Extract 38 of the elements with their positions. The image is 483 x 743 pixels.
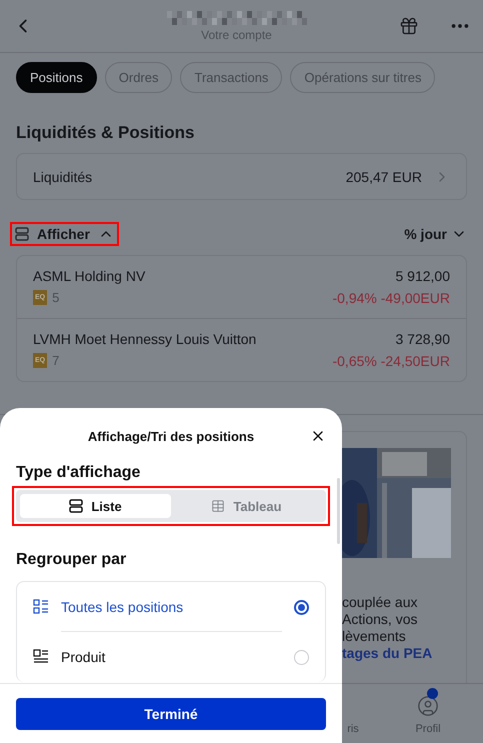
nav-tab[interactable]: Profil <box>373 684 483 743</box>
section-title: Liquidités & Positions <box>16 123 196 143</box>
filter-tab[interactable]: Positions <box>16 62 97 93</box>
filter-tab[interactable]: Opérations sur titres <box>290 62 436 93</box>
sort-dropdown[interactable]: % jour <box>404 226 467 242</box>
group-by-option[interactable]: Produit <box>17 632 325 682</box>
cash-value: 205,47 EUR <box>346 168 422 184</box>
group-by-option[interactable]: Toutes les positions <box>17 582 325 632</box>
list-view-icon <box>15 227 29 241</box>
group-by-heading: Regrouper par <box>16 551 128 569</box>
promo-text: couplée aux <box>342 594 419 611</box>
position-change: -0,94% -49,00EUR <box>332 290 450 306</box>
list-view-icon <box>69 499 84 513</box>
radio-button[interactable] <box>294 600 309 614</box>
promo-text: lèvements <box>342 628 407 645</box>
filter-tab[interactable]: Transactions <box>180 62 282 93</box>
view-type-option[interactable]: Tableau <box>171 494 322 518</box>
promo-link[interactable]: tages du PEA <box>342 645 466 662</box>
promo-text: Actions, vos <box>342 611 418 628</box>
position-name: ASML Holding NV <box>33 268 146 284</box>
filter-tab[interactable]: Ordres <box>104 62 172 93</box>
scrollbar[interactable] <box>337 478 340 544</box>
gift-icon[interactable] <box>399 16 419 36</box>
position-name: LVMH Moet Hennessy Louis Vuitton <box>33 331 256 347</box>
cash-label: Liquidités <box>33 168 92 184</box>
position-change: -0,65% -24,50EUR <box>332 353 450 369</box>
display-toggle[interactable]: Afficher <box>15 226 114 242</box>
profile-icon <box>417 695 439 717</box>
view-type-heading: Type d'affichage <box>16 464 142 482</box>
view-type-option[interactable]: Liste <box>20 494 171 518</box>
product-list-icon <box>33 649 49 665</box>
position-value: 5 912,00 <box>396 268 450 284</box>
cash-card[interactable]: Liquidités 205,47 EUR <box>16 153 467 200</box>
position-value: 3 728,90 <box>396 331 450 347</box>
sheet-title: Affichage/Tri des positions <box>88 428 254 444</box>
grid-list-icon <box>33 599 49 615</box>
done-button[interactable]: Terminé <box>16 698 326 730</box>
table-icon <box>211 499 226 513</box>
